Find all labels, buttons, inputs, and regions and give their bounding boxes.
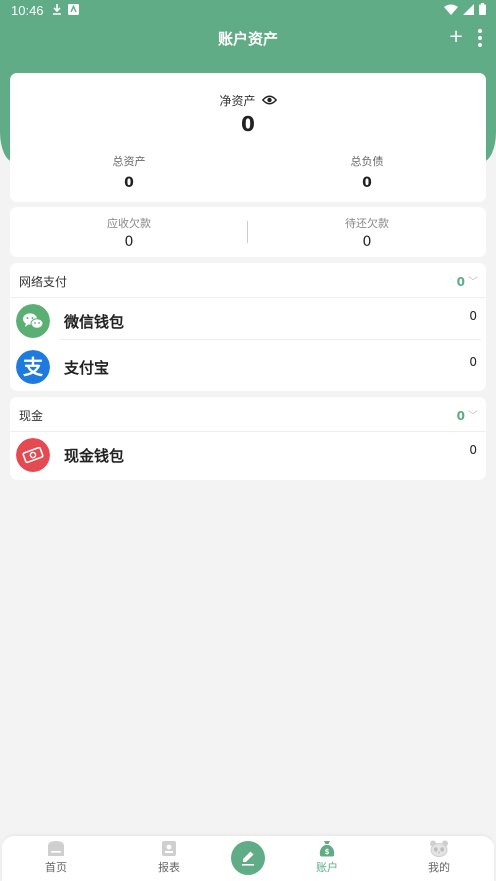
panda-icon: [430, 840, 448, 857]
total-assets-value: 0: [124, 175, 134, 191]
nav-home[interactable]: 首页: [26, 840, 86, 875]
group-name: 现金: [19, 409, 44, 423]
record-button[interactable]: [231, 841, 265, 875]
account-row-cash-wallet[interactable]: 现金钱包 0: [10, 432, 486, 478]
status-time: 10:46: [11, 3, 44, 18]
download-icon: [53, 4, 61, 15]
chevron-down-icon: ﹀: [468, 277, 478, 288]
account-row-wechat[interactable]: 微信钱包 0: [10, 298, 486, 344]
nav-report[interactable]: 报表: [139, 840, 199, 875]
group-name: 网络支付: [19, 275, 68, 289]
net-assets-value: 0: [241, 112, 255, 136]
account-row-alipay[interactable]: 支 支付宝 0: [10, 344, 486, 390]
total-assets-label: 总资产: [112, 155, 146, 168]
account-balance: 0: [469, 443, 477, 457]
payable-label: 待还欠款: [345, 217, 389, 230]
debt-card: 应收欠款 0 待还欠款 0: [10, 207, 486, 257]
group-total: 0 ﹀: [457, 407, 478, 423]
account-name: 支付宝: [64, 359, 110, 377]
wechat-icon: [16, 304, 50, 338]
net-assets-label: 净资产: [219, 94, 256, 108]
status-bar: 10:46: [0, 0, 496, 22]
group-header[interactable]: 网络支付 0 ﹀: [10, 263, 486, 298]
net-assets-label-row: 净资产: [10, 92, 486, 109]
money-bag-icon: $: [319, 841, 335, 857]
signal-icon: [463, 3, 474, 15]
total-liabilities: 总负债 0: [248, 153, 486, 191]
nav-label: 报表: [158, 861, 180, 874]
battery-icon: [479, 3, 486, 15]
total-assets: 总资产 0: [10, 153, 248, 191]
account-balance: 0: [469, 355, 477, 369]
row-divider: [60, 339, 481, 340]
alipay-icon: 支: [16, 350, 50, 384]
eye-icon[interactable]: [261, 95, 277, 105]
app-notification-icon: [68, 4, 79, 15]
bottom-navigation: 首页 报表 $ 账户 我的: [2, 836, 494, 881]
edit-icon: [242, 851, 254, 866]
account-group-online-payment: 网络支付 0 ﹀ 微信钱包 0 支 支付宝 0: [10, 263, 486, 391]
nav-accounts[interactable]: $ 账户: [297, 840, 357, 875]
nav-label: 我的: [428, 861, 450, 874]
title-bar: 账户资产 +: [0, 22, 496, 54]
group-header[interactable]: 现金 0 ﹀: [10, 397, 486, 432]
more-menu-icon[interactable]: [472, 28, 488, 48]
group-total: 0 ﹀: [457, 273, 478, 289]
svg-text:支: 支: [23, 355, 44, 379]
chevron-down-icon: ﹀: [468, 411, 478, 422]
account-name: 现金钱包: [64, 447, 125, 465]
add-account-button[interactable]: +: [446, 27, 466, 47]
receivable-value: 0: [124, 234, 134, 250]
asset-summary-card: 净资产 0 总资产 0 总负债 0: [10, 73, 486, 202]
payable-value: 0: [362, 234, 372, 250]
nav-mine[interactable]: 我的: [409, 840, 469, 875]
total-liabilities-label: 总负债: [350, 155, 384, 168]
cash-wallet-icon: [16, 438, 50, 472]
receivable-label: 应收欠款: [107, 217, 151, 230]
account-name: 微信钱包: [64, 313, 125, 331]
page-title: 账户资产: [217, 30, 278, 48]
account-balance: 0: [469, 309, 477, 323]
nav-label: 首页: [45, 861, 67, 874]
total-liabilities-value: 0: [362, 175, 372, 191]
wifi-icon: [444, 4, 458, 15]
report-icon: [162, 841, 176, 856]
home-icon: [48, 841, 64, 856]
nav-label: 账户: [316, 861, 338, 874]
svg-text:$: $: [325, 848, 330, 856]
group-total-value: 0: [456, 409, 465, 423]
receivable[interactable]: 应收欠款 0: [10, 215, 248, 250]
account-group-cash: 现金 0 ﹀ 现金钱包 0: [10, 397, 486, 480]
payable[interactable]: 待还欠款 0: [248, 215, 486, 250]
group-total-value: 0: [456, 275, 465, 289]
